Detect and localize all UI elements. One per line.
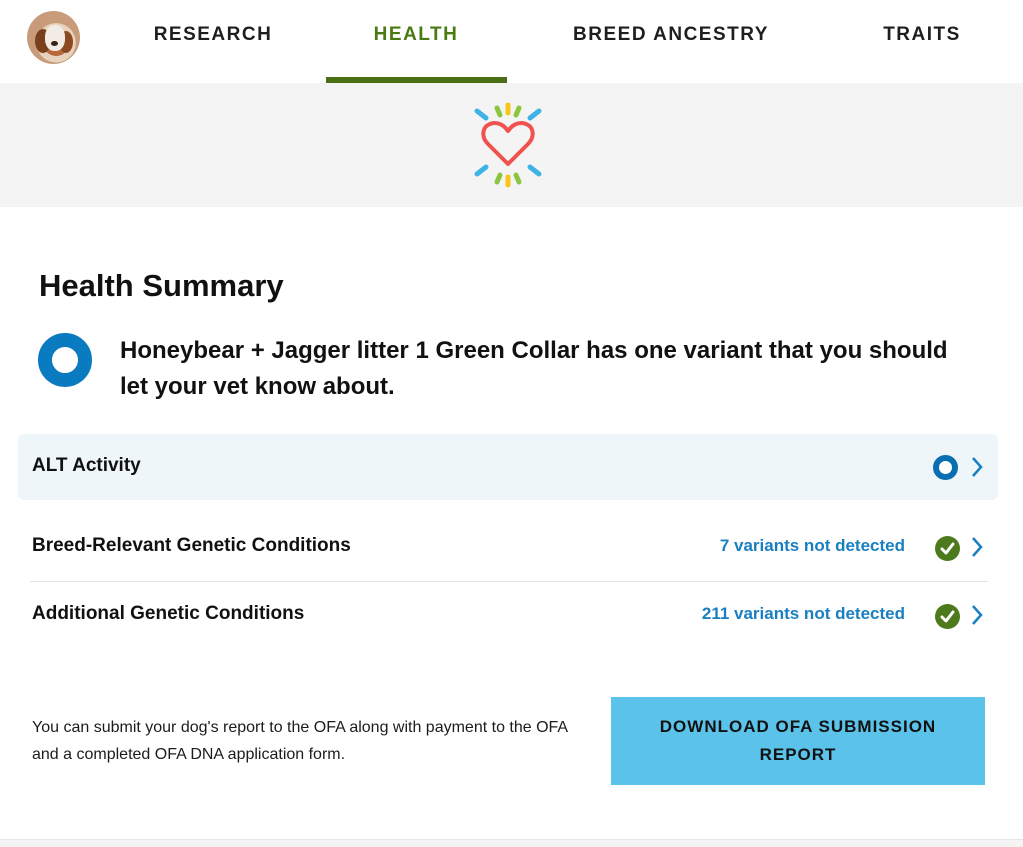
chevron-right-icon bbox=[972, 537, 983, 557]
top-nav: RESEARCH HEALTH BREED ANCESTRY TRAITS bbox=[0, 0, 1023, 83]
result-row-alt-activity[interactable]: ALT Activity bbox=[18, 434, 998, 500]
row-label: Breed-Relevant Genetic Conditions bbox=[32, 535, 351, 556]
check-circle-icon bbox=[935, 604, 960, 629]
row-label: ALT Activity bbox=[32, 455, 141, 476]
tab-health[interactable]: HEALTH bbox=[356, 24, 476, 48]
page-title: Health Summary bbox=[39, 268, 284, 303]
chevron-right-icon bbox=[972, 605, 983, 625]
download-ofa-report-button[interactable]: DOWNLOAD OFA SUBMISSION REPORT bbox=[611, 697, 985, 785]
chevron-right-icon bbox=[972, 457, 983, 477]
result-row-breed-relevant[interactable]: Breed-Relevant Genetic Conditions 7 vari… bbox=[18, 514, 998, 580]
health-banner bbox=[0, 83, 1023, 207]
ofa-description: You can submit your dog's report to the … bbox=[32, 719, 568, 763]
result-row-additional[interactable]: Additional Genetic Conditions 211 varian… bbox=[18, 582, 998, 648]
tab-research[interactable]: RESEARCH bbox=[148, 24, 278, 48]
avatar-face bbox=[45, 25, 65, 51]
tab-breed-ancestry[interactable]: BREED ANCESTRY bbox=[566, 24, 776, 48]
check-circle-icon bbox=[935, 536, 960, 561]
health-summary-text: Honeybear + Jagger litter 1 Green Collar… bbox=[120, 337, 948, 400]
tab-traits[interactable]: TRAITS bbox=[872, 24, 972, 48]
heart-burst-icon bbox=[474, 102, 542, 188]
avatar-nose bbox=[51, 41, 58, 46]
row-label: Additional Genetic Conditions bbox=[32, 603, 305, 624]
dog-avatar[interactable] bbox=[27, 11, 80, 64]
variant-count: 7 variants not detected bbox=[719, 536, 905, 555]
variant-count: 211 variants not detected bbox=[701, 604, 905, 623]
notable-variant-icon bbox=[38, 333, 92, 387]
footer-divider bbox=[0, 839, 1023, 847]
notable-status-icon bbox=[933, 455, 958, 480]
